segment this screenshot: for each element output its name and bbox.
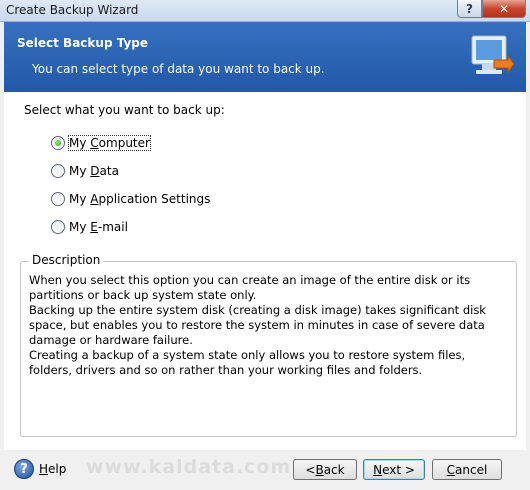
wizard-content: Select what you want to back up: My Comp…: [4, 92, 526, 450]
option-my-computer[interactable]: My Computer: [51, 135, 151, 151]
header-title: Select Backup Type: [17, 36, 149, 50]
help-link[interactable]: Help: [39, 462, 66, 476]
wizard-header: Select Backup Type You can select type o…: [4, 22, 526, 92]
description-paragraph: When you select this option you can crea…: [29, 273, 471, 302]
description-paragraph: Backing up the entire system disk (creat…: [29, 303, 486, 347]
radio-my-data[interactable]: [51, 164, 65, 178]
label-my-application-settings: My Application Settings: [69, 192, 211, 206]
description-groupbox: Description When you select this option …: [20, 253, 517, 437]
option-my-application-settings[interactable]: My Application Settings: [51, 192, 210, 206]
window-help-button[interactable]: ?: [457, 0, 482, 18]
help-icon[interactable]: ?: [14, 459, 34, 479]
next-button[interactable]: Next >: [363, 459, 425, 480]
radio-my-application-settings[interactable]: [51, 192, 65, 206]
back-button[interactable]: < Back: [293, 459, 357, 480]
backup-prompt: Select what you want to back up:: [24, 103, 225, 117]
wizard-footer: ? Help www.kaldata.com < Back Next > Can…: [4, 450, 526, 488]
window-close-button[interactable]: ✕: [482, 0, 526, 18]
header-subtitle: You can select type of data you want to …: [32, 62, 325, 76]
close-icon: ✕: [498, 1, 510, 16]
description-text: When you select this option you can crea…: [29, 273, 509, 378]
description-paragraph: Creating a backup of a system state only…: [29, 348, 466, 377]
radio-my-computer[interactable]: [51, 136, 65, 150]
label-my-data: My Data: [69, 164, 119, 178]
window-title: Create Backup Wizard: [6, 3, 139, 17]
option-my-email[interactable]: My E-mail: [51, 220, 128, 234]
label-my-email: My E-mail: [69, 220, 128, 234]
label-my-computer: My Computer: [68, 135, 151, 151]
description-legend: Description: [29, 253, 104, 267]
option-my-data[interactable]: My Data: [51, 164, 119, 178]
question-icon: ?: [466, 1, 473, 16]
radio-my-email[interactable]: [51, 220, 65, 234]
watermark: www.kaldata.com: [86, 456, 292, 478]
computer-backup-icon: [471, 35, 514, 74]
cancel-button[interactable]: Cancel: [432, 459, 502, 480]
title-bar: Create Backup Wizard ? ✕: [0, 0, 530, 22]
